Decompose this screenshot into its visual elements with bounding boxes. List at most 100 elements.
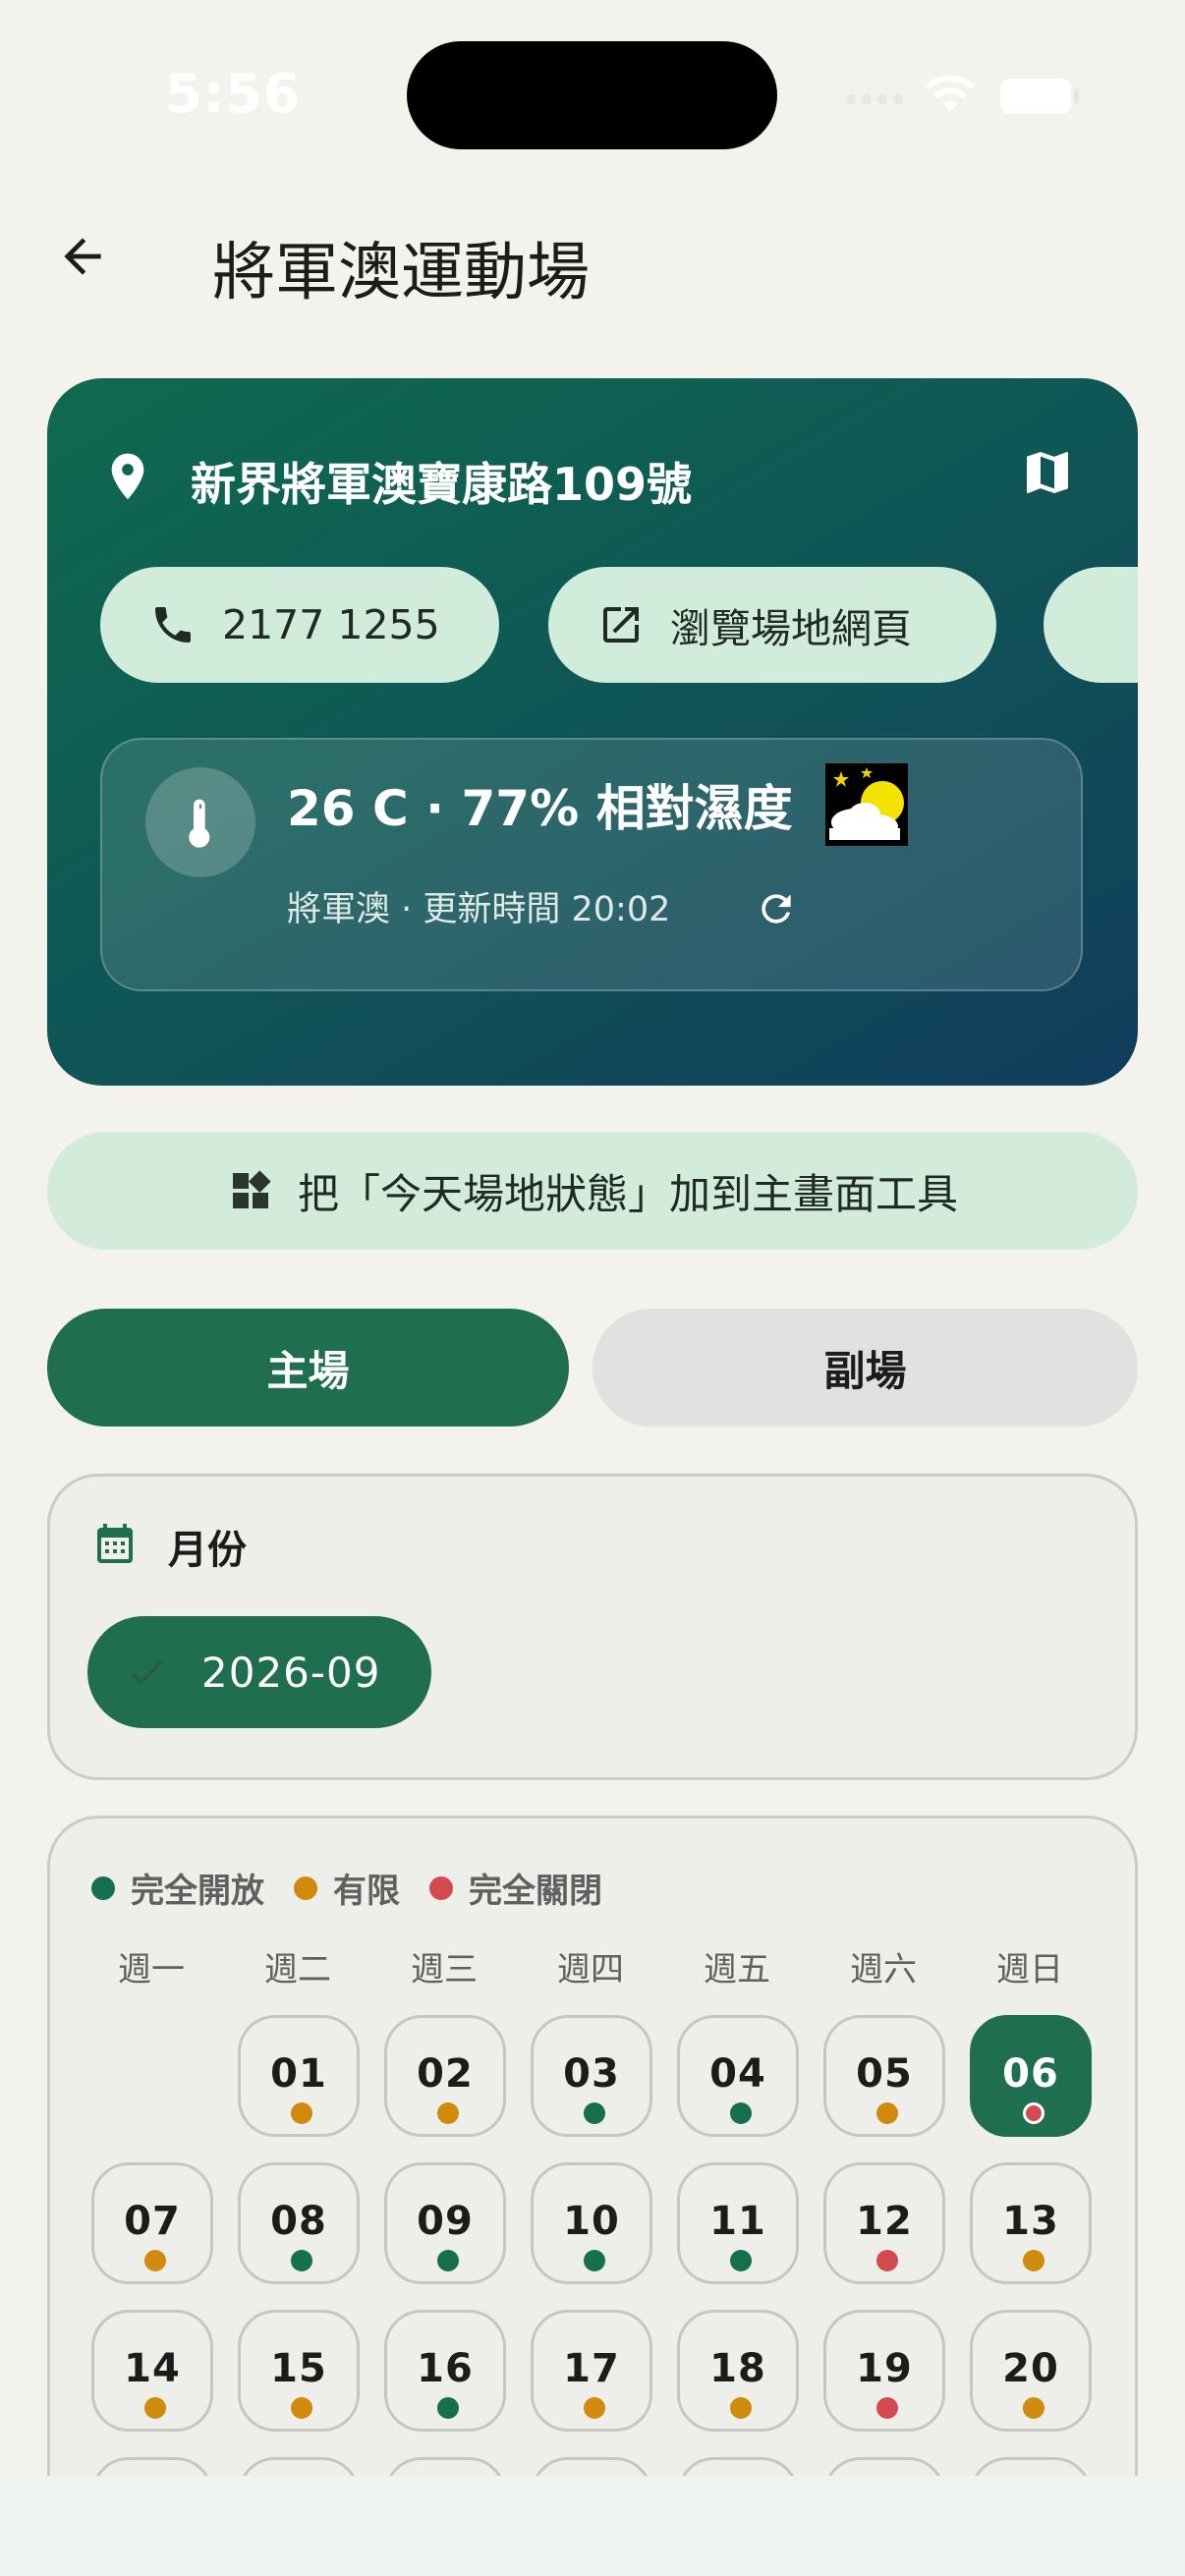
status-legend: 完全開放 有限 完全關閉 xyxy=(91,1864,632,1912)
day-status-dot xyxy=(730,2397,752,2419)
day-number: 07 xyxy=(124,2199,181,2244)
thermometer-icon xyxy=(145,767,255,877)
tab-sub-field[interactable]: 副場 xyxy=(592,1309,1138,1427)
calendar-day[interactable]: 01 xyxy=(238,2015,360,2137)
map-icon[interactable] xyxy=(1020,445,1075,500)
calendar-day[interactable]: 02 xyxy=(384,2015,506,2137)
day-status-dot xyxy=(1023,2397,1044,2419)
calendar-day[interactable]: 14 xyxy=(91,2310,213,2432)
day-number: 06 xyxy=(1002,2051,1059,2097)
calendar-day[interactable]: 13 xyxy=(970,2162,1092,2284)
wifi-icon xyxy=(925,75,976,112)
legend-closed-label: 完全關閉 xyxy=(469,1872,602,1911)
dynamic-island xyxy=(407,41,777,149)
back-button[interactable] xyxy=(47,221,118,292)
calendar-day[interactable]: 07 xyxy=(91,2162,213,2284)
availability-calendar: 完全開放 有限 完全關閉 週一 週二 週三 週四 週五 週六 週日 01 02 03 04 05 06… xyxy=(47,1816,1138,2576)
phone-icon xyxy=(149,601,197,648)
venue-address: 新界將軍澳寶康路109號 xyxy=(191,458,693,511)
weather-detail: 將軍澳 · 更新時間 20:02 xyxy=(287,890,671,929)
legend-limited: 有限 xyxy=(294,1864,400,1912)
page-title: 將軍澳運動場 xyxy=(212,237,590,309)
weekday-label: 週四 xyxy=(557,1950,624,1989)
website-label: 瀏覽場地網頁 xyxy=(670,605,912,652)
calendar-day[interactable]: 10 xyxy=(531,2162,652,2284)
add-widget-button[interactable]: 把「今天場地狀態」加到主畫面工具 xyxy=(47,1132,1138,1250)
day-number: 15 xyxy=(270,2346,327,2391)
weekday-label: 週一 xyxy=(118,1950,185,1989)
day-number: 13 xyxy=(1002,2199,1059,2244)
day-number: 01 xyxy=(270,2051,327,2097)
month-label: 月份 xyxy=(168,1528,247,1573)
cellular-signal-icon xyxy=(846,94,903,104)
calendar-icon xyxy=(97,1524,133,1563)
calendar-day[interactable]: 04 xyxy=(677,2015,799,2137)
day-number: 18 xyxy=(709,2346,766,2391)
day-status-dot xyxy=(437,2397,459,2419)
website-chip[interactable]: 瀏覽場地網頁 xyxy=(548,567,996,683)
weekday-label: 週日 xyxy=(996,1950,1063,1989)
month-chip-selected[interactable]: 2026-09 xyxy=(87,1616,431,1728)
day-number: 12 xyxy=(856,2199,913,2244)
calendar-day[interactable]: 06 xyxy=(970,2015,1092,2137)
tab-main-field[interactable]: 主場 xyxy=(47,1309,569,1427)
day-status-dot xyxy=(437,2250,459,2271)
legend-limited-dot xyxy=(294,1876,317,1900)
calendar-day[interactable]: 11 xyxy=(677,2162,799,2284)
calendar-day[interactable]: 12 xyxy=(823,2162,945,2284)
weekday-header: 週一 週二 週三 週四 週五 週六 週日 xyxy=(91,1942,1117,1991)
legend-limited-label: 有限 xyxy=(333,1872,400,1911)
partly-cloudy-night-icon xyxy=(825,763,908,846)
legend-open: 完全開放 xyxy=(91,1864,264,1912)
month-selector-card: 月份 2026-09 xyxy=(47,1474,1138,1780)
day-status-dot xyxy=(291,2397,312,2419)
calendar-day[interactable]: 20 xyxy=(970,2310,1092,2432)
legend-closed: 完全關閉 xyxy=(429,1864,602,1912)
weekday-label: 週三 xyxy=(411,1950,478,1989)
day-status-dot xyxy=(584,2102,605,2124)
day-status-dot xyxy=(144,2397,166,2419)
calendar-day[interactable]: 08 xyxy=(238,2162,360,2284)
legend-open-label: 完全開放 xyxy=(131,1872,264,1911)
calendar-day[interactable]: 16 xyxy=(384,2310,506,2432)
calendar-day[interactable]: 03 xyxy=(531,2015,652,2137)
day-status-dot xyxy=(1023,2102,1044,2124)
calendar-day[interactable]: 15 xyxy=(238,2310,360,2432)
weather-panel: 26 C · 77% 相對濕度 將軍澳 · 更新時間 20:02 xyxy=(100,738,1083,991)
venue-info-card: 新界將軍澳寶康路109號 2177 1255 瀏覽場地網頁 26 C · 77%… xyxy=(47,378,1138,1086)
calendar-day[interactable]: 18 xyxy=(677,2310,799,2432)
calendar-day[interactable]: 09 xyxy=(384,2162,506,2284)
legend-open-dot xyxy=(91,1876,115,1900)
day-number: 04 xyxy=(709,2051,766,2097)
weekday-label: 週二 xyxy=(264,1950,331,1989)
day-status-dot xyxy=(144,2250,166,2271)
calendar-day[interactable]: 19 xyxy=(823,2310,945,2432)
day-number: 08 xyxy=(270,2199,327,2244)
day-status-dot xyxy=(584,2397,605,2419)
status-bar: 5:56 xyxy=(0,0,1185,187)
day-number: 14 xyxy=(124,2346,181,2391)
day-number: 20 xyxy=(1002,2346,1059,2391)
calendar-day[interactable]: 17 xyxy=(531,2310,652,2432)
day-number: 02 xyxy=(417,2051,474,2097)
more-action-chip[interactable] xyxy=(1044,567,1138,683)
status-time: 5:56 xyxy=(165,63,302,125)
day-number: 17 xyxy=(563,2346,620,2391)
day-status-dot xyxy=(291,2102,312,2124)
bottom-safe-area xyxy=(0,2476,1185,2576)
day-number: 05 xyxy=(856,2051,913,2097)
add-widget-label: 把「今天場地狀態」加到主畫面工具 xyxy=(297,1169,958,1218)
day-status-dot xyxy=(730,2250,752,2271)
month-value: 2026-09 xyxy=(201,1648,381,1697)
phone-number: 2177 1255 xyxy=(222,601,440,648)
day-number: 09 xyxy=(417,2199,474,2244)
legend-closed-dot xyxy=(429,1876,453,1900)
arrow-back-icon xyxy=(64,238,101,275)
phone-chip[interactable]: 2177 1255 xyxy=(100,567,499,683)
day-status-dot xyxy=(876,2250,898,2271)
day-status-dot xyxy=(730,2102,752,2124)
widgets-icon xyxy=(227,1167,274,1214)
refresh-icon[interactable] xyxy=(755,887,798,930)
calendar-day[interactable]: 05 xyxy=(823,2015,945,2137)
weather-summary: 26 C · 77% 相對濕度 xyxy=(287,780,793,837)
